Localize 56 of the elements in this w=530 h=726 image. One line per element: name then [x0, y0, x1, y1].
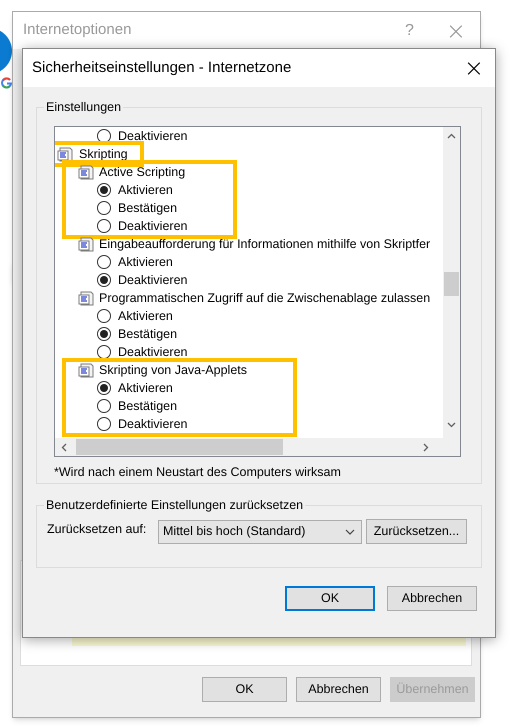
script-icon: [78, 362, 95, 378]
chevron-down-icon: [345, 528, 355, 534]
scroll-left-icon[interactable]: [61, 443, 67, 452]
horizontal-scrollbar[interactable]: [55, 438, 443, 456]
level-dropdown[interactable]: Mittel bis hoch (Standard): [158, 520, 362, 544]
footnote-text: *Wird nach einem Neustart des Computers wirksam: [54, 464, 341, 481]
option-label: Aktivieren: [118, 254, 173, 271]
radio-button[interactable]: [97, 417, 111, 431]
setting-label: Active Scripting: [99, 164, 186, 181]
setting-label: Skripting von Java-Applets: [99, 362, 247, 379]
group-legend: Einstellungen: [44, 99, 124, 115]
option-label: Deaktivieren: [118, 416, 188, 433]
setting-label: Eingabeaufforderung für Informationen mithilfe von Skriptfer: [99, 236, 430, 253]
scroll-thumb[interactable]: [76, 439, 283, 455]
scroll-down-icon[interactable]: [447, 422, 456, 428]
close-button[interactable]: ×: [464, 56, 484, 80]
radio-button[interactable]: [97, 309, 111, 323]
option-label: Deaktivieren: [118, 128, 188, 145]
script-icon: [78, 164, 95, 180]
option-label: Aktivieren: [118, 380, 173, 397]
option-label: Deaktivieren: [118, 218, 188, 235]
option-label: Bestätigen: [118, 200, 178, 217]
radio-button[interactable]: [97, 273, 111, 287]
scroll-right-icon[interactable]: [423, 443, 429, 452]
category-label: Skripting: [79, 146, 128, 163]
radio-button[interactable]: [97, 399, 111, 413]
logo-icon: [1, 77, 12, 89]
dialog-title: Sicherheitseinstellungen - Internetzone: [32, 58, 292, 78]
radio-button[interactable]: [97, 255, 111, 269]
option-label: Bestätigen: [118, 398, 178, 415]
script-icon: [78, 290, 95, 306]
setting-label: Programmatischen Zugriff auf die Zwischenablage zulassen: [99, 290, 430, 307]
scroll-up-icon[interactable]: [447, 133, 456, 139]
vertical-scrollbar[interactable]: [443, 127, 460, 438]
dialog-button[interactable]: Abbrechen: [387, 586, 477, 611]
script-icon: [57, 146, 74, 162]
option-label: Deaktivieren: [118, 272, 188, 289]
group-legend: Benutzerdefinierte Einstellungen zurücksetzen: [44, 497, 306, 513]
dialog-button[interactable]: Abbrechen: [296, 677, 381, 702]
radio-button[interactable]: [97, 327, 111, 341]
script-icon: [78, 236, 95, 252]
option-label: Aktivieren: [118, 308, 173, 325]
radio-button[interactable]: [97, 201, 111, 215]
reset-label: Zurücksetzen auf:: [47, 521, 148, 538]
scroll-thumb[interactable]: [444, 272, 459, 296]
option-label: Aktivieren: [118, 182, 173, 199]
radio-button[interactable]: [97, 219, 111, 233]
option-label: Bestätigen: [118, 326, 178, 343]
option-label: Deaktivieren: [118, 344, 188, 361]
radio-button[interactable]: [97, 381, 111, 395]
window-title: Internetoptionen: [23, 20, 132, 40]
radio-button[interactable]: [97, 183, 111, 197]
dialog-button[interactable]: OK: [202, 677, 287, 702]
radio-button[interactable]: [97, 345, 111, 359]
reset-button[interactable]: Zurücksetzen...: [366, 519, 467, 544]
dialog-button[interactable]: OK: [285, 586, 375, 611]
